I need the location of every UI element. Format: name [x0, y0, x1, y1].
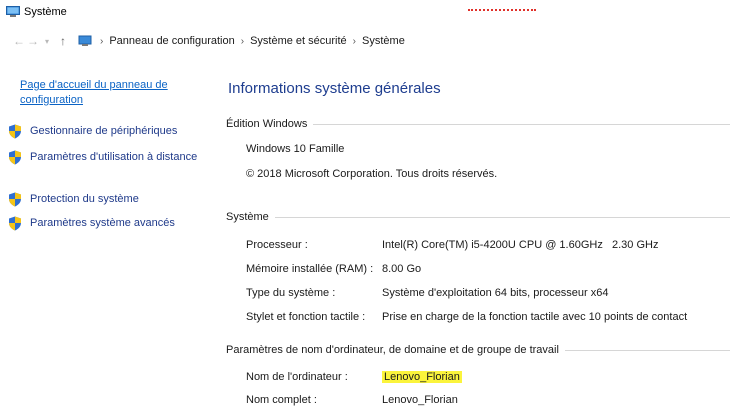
address-bar: ← → ▾ ↑ › Panneau de configuration › Sys… — [0, 30, 732, 52]
section-header-system: Système — [226, 211, 730, 223]
info-value: Système d'exploitation 64 bits, processe… — [382, 287, 609, 299]
section-divider — [274, 217, 730, 218]
forward-icon[interactable]: → — [26, 34, 40, 48]
recent-locations-chevron-down-icon[interactable]: ▾ — [42, 37, 52, 46]
info-value: Prise en charge de la fonction tactile a… — [382, 311, 688, 323]
shield-icon — [9, 124, 21, 139]
info-row-full-name: Nom complet : Lenovo_Florian — [246, 394, 732, 406]
breadcrumb-separator: › — [100, 35, 104, 47]
info-row-ram: Mémoire installée (RAM) : 8.00 Go — [246, 263, 732, 275]
breadcrumb-control-panel[interactable]: Panneau de configuration — [109, 35, 234, 47]
up-arrow-icon[interactable]: ↑ — [56, 34, 70, 48]
section-divider — [564, 350, 730, 351]
section-header-label: Paramètres de nom d'ordinateur, de domai… — [226, 344, 559, 356]
control-panel-icon — [78, 35, 92, 46]
section-header-label: Édition Windows — [226, 118, 308, 130]
sidebar-item-device-manager[interactable]: Gestionnaire de périphériques — [8, 124, 203, 139]
breadcrumb-separator: › — [240, 35, 245, 47]
section-header-computer-name: Paramètres de nom d'ordinateur, de domai… — [226, 344, 730, 356]
info-value: Lenovo_Florian — [382, 394, 458, 406]
system-icon — [6, 6, 20, 17]
info-key: Nom de l'ordinateur : — [246, 371, 348, 383]
sidebar-item-label: Gestionnaire de périphériques — [30, 125, 178, 137]
info-row-processor: Processeur : Intel(R) Core(TM) i5-4200U … — [246, 239, 732, 251]
computer-name-value: Lenovo_Florian — [382, 371, 462, 383]
page-title: Informations système générales — [228, 80, 441, 97]
info-key: Type du système : — [246, 287, 336, 299]
section-divider — [313, 124, 730, 125]
breadcrumb-separator: › — [352, 35, 357, 47]
info-row-system-type: Type du système : Système d'exploitation… — [246, 287, 732, 299]
title-bar: Système — [0, 0, 732, 24]
section-header-edition: Édition Windows — [226, 118, 730, 130]
breadcrumb-system-security[interactable]: Système et sécurité — [250, 35, 347, 47]
sidebar-item-label: Protection du système — [30, 193, 139, 205]
control-panel-home-link[interactable]: Page d'accueil du panneau de configurati… — [20, 78, 200, 108]
sidebar-item-remote-settings[interactable]: Paramètres d'utilisation à distance — [8, 150, 203, 165]
windows-edition-name: Windows 10 Famille — [246, 143, 345, 155]
shield-icon — [9, 192, 21, 207]
info-value-wrapper: Lenovo_Florian — [382, 371, 462, 383]
info-key: Stylet et fonction tactile : — [246, 311, 366, 323]
sidebar-item-label: Paramètres système avancés — [30, 217, 175, 229]
sidebar-item-label: Paramètres d'utilisation à distance — [30, 151, 198, 163]
back-icon[interactable]: ← — [12, 34, 26, 48]
info-value: 8.00 Go — [382, 263, 422, 275]
sidebar-item-advanced-settings[interactable]: Paramètres système avancés — [8, 216, 203, 231]
info-key: Mémoire installée (RAM) : — [246, 263, 374, 275]
info-value: Intel(R) Core(TM) i5-4200U CPU @ 1.60GHz… — [382, 239, 659, 251]
shield-icon — [9, 216, 21, 231]
section-header-label: Système — [226, 211, 269, 223]
info-key: Nom complet : — [246, 394, 317, 406]
shield-icon — [9, 150, 21, 165]
sidebar-item-system-protection[interactable]: Protection du système — [8, 192, 203, 207]
info-row-pen-touch: Stylet et fonction tactile : Prise en ch… — [246, 311, 732, 323]
info-key: Processeur : — [246, 239, 308, 251]
copyright-text: © 2018 Microsoft Corporation. Tous droit… — [246, 168, 498, 180]
breadcrumb-system[interactable]: Système — [362, 35, 405, 47]
window-title: Système — [24, 6, 67, 18]
red-annotation-mark — [468, 5, 536, 11]
info-row-computer-name: Nom de l'ordinateur : Lenovo_Florian — [246, 371, 732, 383]
